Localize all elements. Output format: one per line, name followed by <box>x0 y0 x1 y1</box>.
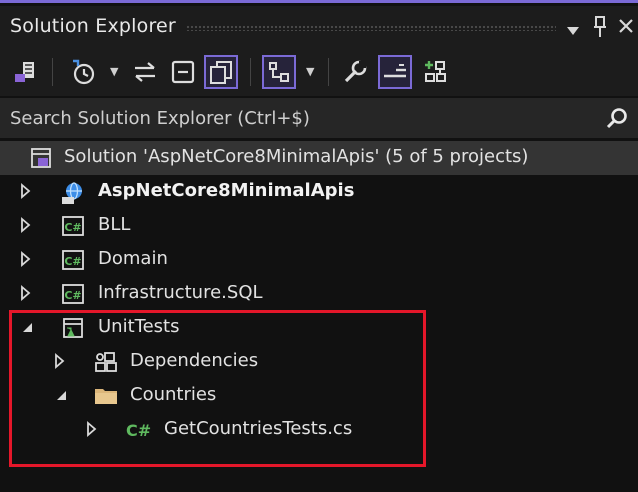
pin-icon[interactable] <box>593 16 607 42</box>
tree-item-aspnetcore8minimalapis[interactable]: AspNetCore8MinimalApis <box>0 175 638 209</box>
tree-item-label: AspNetCore8MinimalApis <box>98 180 355 201</box>
title-bar-grip[interactable] <box>186 25 556 31</box>
tree-item-label: Solution 'AspNetCore8MinimalApis' (5 of … <box>64 146 529 167</box>
title-bar: Solution Explorer <box>0 6 638 48</box>
tree-item-label: Infrastructure.SQL <box>98 282 263 303</box>
tree-item-label: BLL <box>98 214 131 235</box>
sync-active-document-icon[interactable] <box>128 55 162 89</box>
solution-explorer-panel: Solution Explorer ▼ ▼ Search Solution Ex… <box>0 0 638 492</box>
tree-item-label: Domain <box>98 248 168 269</box>
properties-icon[interactable] <box>338 55 372 89</box>
toolbar-separator <box>328 58 329 86</box>
expand-arrow-icon[interactable] <box>20 183 36 201</box>
svg-text:C#: C# <box>64 221 81 234</box>
tree-item-domain[interactable]: C# Domain <box>0 243 638 277</box>
csharp-project-icon: C# <box>62 249 84 271</box>
close-icon[interactable] <box>618 18 634 38</box>
svg-text:C#: C# <box>64 289 81 302</box>
svg-text:C#: C# <box>64 255 81 268</box>
switch-views-icon[interactable] <box>8 55 42 89</box>
expand-arrow-icon[interactable] <box>20 251 36 269</box>
expand-arrow-icon[interactable] <box>20 217 36 235</box>
search-icon[interactable] <box>606 107 628 133</box>
search-bar <box>0 98 638 138</box>
preview-selected-items-icon[interactable] <box>378 55 412 89</box>
show-all-files-icon[interactable] <box>204 55 238 89</box>
csharp-project-icon: C# <box>62 283 84 305</box>
search-input[interactable] <box>10 98 590 138</box>
collapse-all-icon[interactable] <box>166 55 200 89</box>
tree-item-infrastructure-sql[interactable]: C# Infrastructure.SQL <box>0 277 638 311</box>
pending-changes-dropdown-icon[interactable]: ▼ <box>110 65 118 78</box>
new-solution-view-icon[interactable] <box>418 55 452 89</box>
tree-item-solution[interactable]: Solution 'AspNetCore8MinimalApis' (5 of … <box>0 141 638 175</box>
tree-item-bll[interactable]: C# BLL <box>0 209 638 243</box>
panel-title: Solution Explorer <box>10 15 176 37</box>
preview-icon[interactable] <box>262 55 296 89</box>
toolbar-separator <box>250 58 251 86</box>
toolbar-separator <box>52 58 53 86</box>
csharp-project-icon: C# <box>62 215 84 237</box>
preview-dropdown-icon[interactable]: ▼ <box>306 65 314 78</box>
expand-arrow-icon[interactable] <box>20 285 36 303</box>
pending-changes-icon[interactable] <box>66 55 100 89</box>
highlight-box <box>9 310 426 467</box>
toolbar: ▼ ▼ <box>0 48 638 96</box>
solution-icon <box>30 147 52 169</box>
web-project-icon <box>60 181 82 204</box>
window-position-dropdown-icon[interactable] <box>566 21 580 40</box>
